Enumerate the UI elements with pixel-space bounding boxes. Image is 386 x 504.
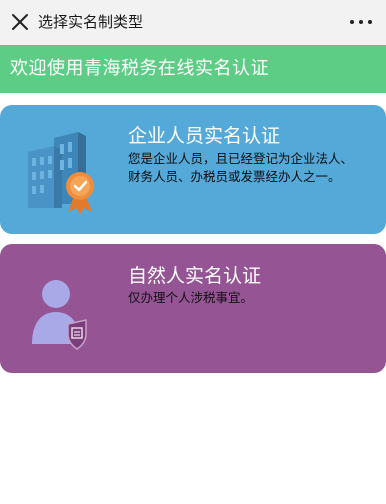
natural-card-description: 仅办理个人涉税事宜。 (128, 290, 254, 305)
enterprise-auth-card[interactable]: 企业人员实名认证 您是企业人员，且已经登记为企业法人、财务人员、办税员或发票经办… (0, 105, 386, 234)
natural-card-title: 自然人实名认证 (128, 265, 262, 287)
enterprise-card-title: 企业人员实名认证 (128, 125, 281, 147)
building-badge-icon (28, 132, 94, 214)
page-title: 选择实名制类型 (38, 13, 144, 31)
natural-person-auth-card[interactable]: 自然人实名认证 仅办理个人涉税事宜。 (0, 244, 386, 373)
top-navbar: 选择实名制类型 (0, 0, 386, 45)
welcome-text: 欢迎使用青海税务在线实名认证 (10, 58, 269, 79)
welcome-banner: 欢迎使用青海税务在线实名认证 (0, 45, 386, 93)
more-icon[interactable] (350, 12, 372, 32)
person-badge-icon (32, 280, 87, 350)
close-icon[interactable] (10, 12, 30, 32)
page: 选择实名制类型 欢迎使用青海税务在线实名认证 企业人员实名认证 您是企业人员，且… (0, 0, 386, 504)
enterprise-card-description: 您是企业人员，且已经登记为企业法人、财务人员、办税员或发票经办人之一。 (128, 151, 354, 184)
